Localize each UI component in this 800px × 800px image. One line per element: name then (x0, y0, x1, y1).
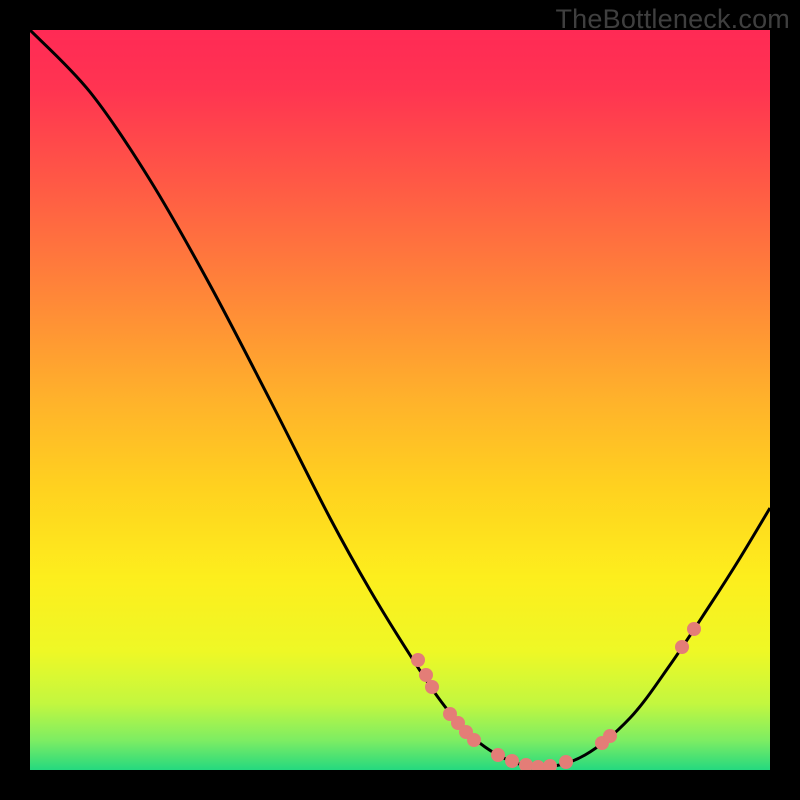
gradient-background (30, 30, 770, 770)
curve-marker (687, 622, 701, 636)
plot-svg (30, 30, 770, 770)
chart-root: TheBottleneck.com (0, 0, 800, 800)
curve-marker (559, 755, 573, 769)
curve-marker (425, 680, 439, 694)
curve-marker (491, 748, 505, 762)
curve-marker (467, 733, 481, 747)
curve-marker (505, 754, 519, 768)
curve-marker (411, 653, 425, 667)
watermark-text: TheBottleneck.com (555, 4, 790, 35)
curve-marker (675, 640, 689, 654)
plot-area (30, 30, 770, 770)
curve-marker (603, 729, 617, 743)
curve-marker (419, 668, 433, 682)
